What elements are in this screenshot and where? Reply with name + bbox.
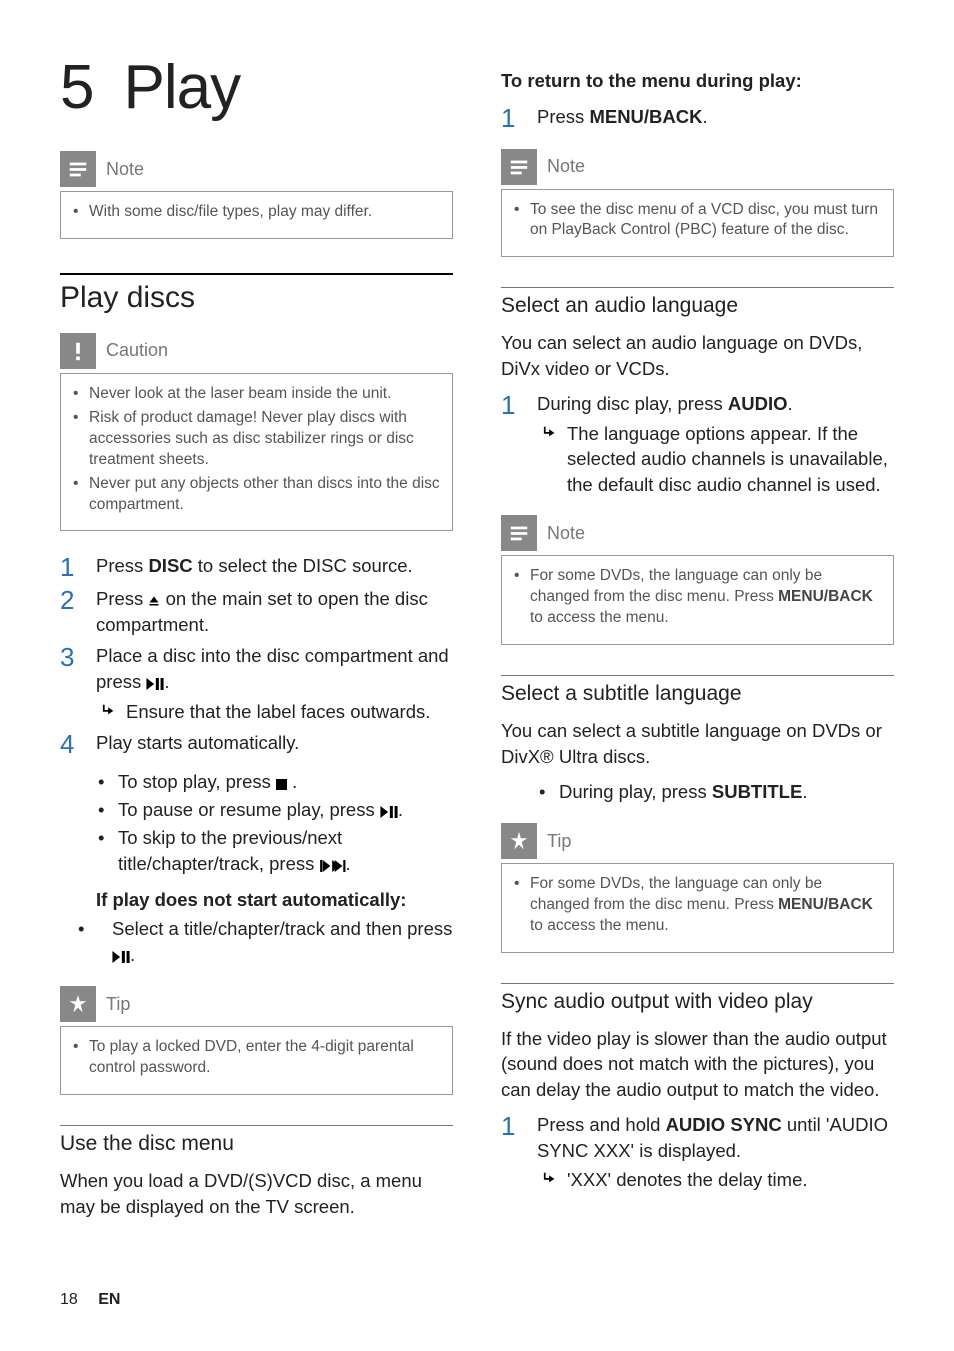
tip-callout: Tip To play a locked DVD, enter the 4-di… xyxy=(60,986,453,1095)
chapter-number: 5 xyxy=(60,53,93,122)
tip-icon xyxy=(501,823,537,859)
step-item: 1 During disc play, press AUDIO. The lan… xyxy=(501,391,894,497)
chapter-title: Play xyxy=(123,53,240,122)
section-heading: Play discs xyxy=(60,273,453,315)
tip-body: For some DVDs, the language can only be … xyxy=(501,863,894,953)
result-arrow-icon xyxy=(543,424,557,498)
body-text: You can select an audio language on DVDs… xyxy=(501,330,894,381)
step-body: Press and hold AUDIO SYNC until 'AUDIO S… xyxy=(537,1112,894,1193)
steps-list: 1 Press DISC to select the DISC source. … xyxy=(60,553,453,757)
result-arrow-icon xyxy=(102,702,116,725)
subsection-heading: Use the disc menu xyxy=(60,1125,453,1156)
note-label: Note xyxy=(106,159,144,180)
fallback-list: Select a title/chapter/track and then pr… xyxy=(60,916,453,968)
step-number: 2 xyxy=(60,587,80,613)
subsection-heading: Select a subtitle language xyxy=(501,675,894,706)
step-item: 3 Place a disc into the disc compartment… xyxy=(60,643,453,724)
note-icon xyxy=(501,515,537,551)
tip-icon xyxy=(60,986,96,1022)
step-item: 4 Play starts automatically. xyxy=(60,730,453,757)
note-icon xyxy=(501,149,537,185)
note-icon xyxy=(60,151,96,187)
page-lang: EN xyxy=(98,1291,120,1308)
body-text: When you load a DVD/(S)VCD disc, a menu … xyxy=(60,1168,453,1219)
list-item: To pause or resume play, press . xyxy=(96,797,453,823)
tip-item: To play a locked DVD, enter the 4-digit … xyxy=(73,1037,440,1079)
list-item: Select a title/chapter/track and then pr… xyxy=(60,916,453,968)
caution-item: Never put any objects other than discs i… xyxy=(73,474,440,516)
subsection-heading: Sync audio output with video play xyxy=(501,983,894,1014)
step-item: 1 Press and hold AUDIO SYNC until 'AUDIO… xyxy=(501,1112,894,1193)
note-item: For some DVDs, the language can only be … xyxy=(514,566,881,629)
note-body: To see the disc menu of a VCD disc, you … xyxy=(501,189,894,258)
page-footer: 18 EN xyxy=(60,1291,120,1309)
stop-icon xyxy=(276,779,287,790)
note-label: Note xyxy=(547,156,585,177)
note-label: Note xyxy=(547,523,585,544)
caution-callout: Caution Never look at the laser beam ins… xyxy=(60,333,453,532)
play-pause-icon xyxy=(146,678,164,690)
note-item: With some disc/file types, play may diff… xyxy=(73,202,440,223)
note-item: To see the disc menu of a VCD disc, you … xyxy=(514,200,881,242)
step-body: Press MENU/BACK. xyxy=(537,104,894,130)
caution-item: Never look at the laser beam inside the … xyxy=(73,384,440,405)
body-text: If the video play is slower than the aud… xyxy=(501,1026,894,1103)
note-callout: Note With some disc/file types, play may… xyxy=(60,151,453,239)
step-item: 1 Press MENU/BACK. xyxy=(501,104,894,131)
result-arrow-icon xyxy=(543,1170,557,1193)
caution-item: Risk of product damage! Never play discs… xyxy=(73,408,440,471)
list-item: To skip to the previous/next title/chapt… xyxy=(96,825,453,877)
caution-body: Never look at the laser beam inside the … xyxy=(60,373,453,532)
page-number: 18 xyxy=(60,1291,78,1308)
step-sub: Ensure that the label faces outwards. xyxy=(96,699,453,725)
chapter-heading: 5 Play xyxy=(60,52,453,123)
tip-body: To play a locked DVD, enter the 4-digit … xyxy=(60,1026,453,1095)
step-number: 3 xyxy=(60,644,80,670)
play-pause-icon xyxy=(112,951,130,963)
step-item: 1 Press DISC to select the DISC source. xyxy=(60,553,453,580)
steps-list: 1 During disc play, press AUDIO. The lan… xyxy=(501,391,894,497)
caution-label: Caution xyxy=(106,340,168,361)
step-sub: The language options appear. If the sele… xyxy=(537,421,894,498)
note-body: For some DVDs, the language can only be … xyxy=(501,555,894,645)
left-column: 5 Play Note With some disc/file types, pl… xyxy=(60,52,453,1229)
list-item: During play, press SUBTITLE. xyxy=(537,779,894,805)
step-item: 2 Press on the main set to open the disc… xyxy=(60,586,453,637)
play-pause-icon xyxy=(380,806,398,818)
step-body: Place a disc into the disc compartment a… xyxy=(96,643,453,724)
tip-label: Tip xyxy=(106,994,130,1015)
tip-item: For some DVDs, the language can only be … xyxy=(514,874,881,937)
step-body: During disc play, press AUDIO. The langu… xyxy=(537,391,894,497)
note-body: With some disc/file types, play may diff… xyxy=(60,191,453,239)
tip-callout: Tip For some DVDs, the language can only… xyxy=(501,823,894,953)
step-number: 1 xyxy=(501,1113,521,1139)
step-number: 1 xyxy=(501,105,521,131)
step-body: Press on the main set to open the disc c… xyxy=(96,586,453,637)
bullet-list: During play, press SUBTITLE. xyxy=(537,779,894,805)
note-callout: Note To see the disc menu of a VCD disc,… xyxy=(501,149,894,258)
body-text: You can select a subtitle language on DV… xyxy=(501,718,894,769)
subsection-heading: Select an audio language xyxy=(501,287,894,318)
play-actions-list: To stop play, press . To pause or resume… xyxy=(96,769,453,877)
step-number: 1 xyxy=(60,554,80,580)
list-item: To stop play, press . xyxy=(96,769,453,795)
tip-label: Tip xyxy=(547,831,571,852)
step-sub: 'XXX' denotes the delay time. xyxy=(537,1167,894,1193)
bold-lead: To return to the menu during play: xyxy=(501,68,894,94)
step-body: Press DISC to select the DISC source. xyxy=(96,553,453,579)
eject-icon xyxy=(148,595,160,607)
steps-list: 1 Press and hold AUDIO SYNC until 'AUDIO… xyxy=(501,1112,894,1193)
right-column: To return to the menu during play: 1 Pre… xyxy=(501,52,894,1229)
step-body: Play starts automatically. xyxy=(96,730,453,756)
bold-subheading: If play does not start automatically: xyxy=(96,887,453,913)
note-callout: Note For some DVDs, the language can onl… xyxy=(501,515,894,645)
steps-list: 1 Press MENU/BACK. xyxy=(501,104,894,131)
step-number: 4 xyxy=(60,731,80,757)
step-number: 1 xyxy=(501,392,521,418)
prev-next-icon xyxy=(320,860,346,872)
caution-icon xyxy=(60,333,96,369)
